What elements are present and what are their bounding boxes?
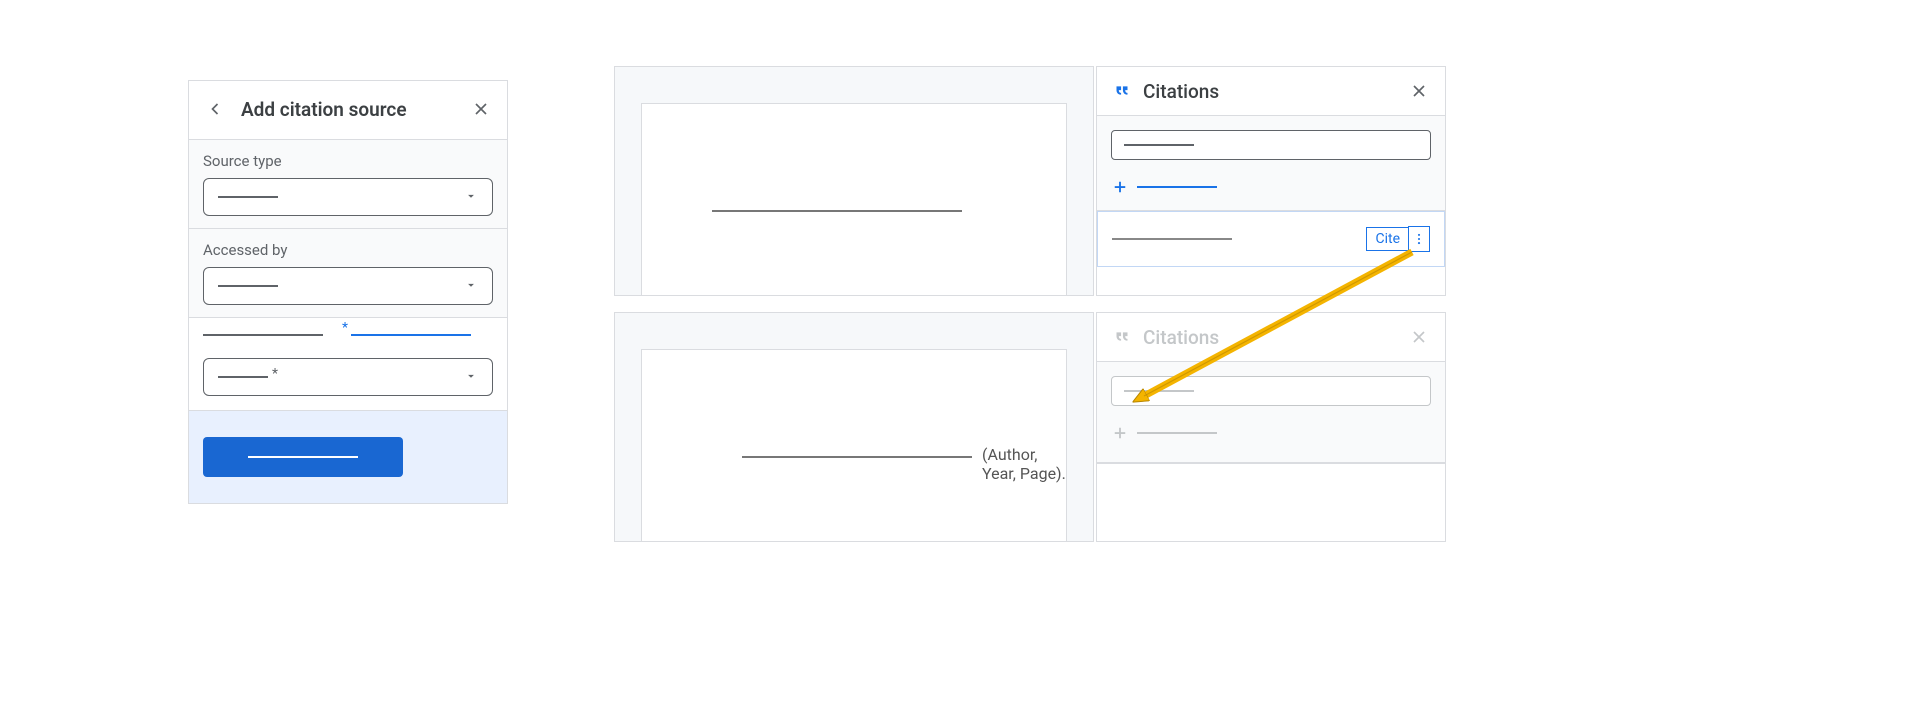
back-arrow-icon[interactable] [203, 97, 227, 121]
chevron-down-icon [464, 277, 478, 296]
close-icon[interactable] [469, 97, 493, 121]
quote-icon [1111, 326, 1133, 348]
document-canvas: (Author, Year, Page). [614, 312, 1094, 542]
citations-body [1097, 116, 1445, 211]
close-icon[interactable] [1407, 325, 1431, 349]
close-icon[interactable] [1407, 79, 1431, 103]
add-source-label-placeholder [1137, 186, 1217, 188]
citations-panel: Citations Cite [1096, 66, 1446, 296]
source-type-section: Source type [189, 140, 507, 229]
accessed-by-label: Accessed by [203, 241, 493, 259]
text-line-placeholder [742, 456, 972, 458]
add-source-label-placeholder [1137, 432, 1217, 434]
source-type-label: Source type [203, 152, 493, 170]
select-value-placeholder [1124, 144, 1194, 146]
text-line-placeholder [712, 210, 962, 212]
panel-footer [189, 411, 507, 503]
more-options-button[interactable] [1408, 226, 1430, 252]
citation-format-select[interactable] [1111, 130, 1431, 160]
document-canvas [614, 66, 1094, 296]
chevron-down-icon [464, 188, 478, 207]
text-input[interactable] [203, 334, 323, 336]
accessed-by-section: Accessed by [189, 229, 507, 318]
entry-actions: Cite [1366, 226, 1430, 252]
entry-title-placeholder [1112, 238, 1232, 240]
select-value-placeholder [1124, 390, 1194, 392]
citations-title: Citations [1143, 80, 1397, 103]
divider [1097, 462, 1445, 463]
select-value-placeholder [218, 376, 268, 378]
accessed-by-select[interactable] [203, 267, 493, 305]
citations-panel-faded: Citations [1096, 312, 1446, 542]
select-value-placeholder [218, 285, 278, 287]
input-row [203, 334, 493, 336]
citations-header: Citations [1097, 313, 1445, 362]
document-page[interactable]: (Author, Year, Page). [641, 349, 1067, 541]
fields-section [189, 318, 507, 411]
citation-format-select[interactable] [1111, 376, 1431, 406]
source-type-select[interactable] [203, 178, 493, 216]
detail-select[interactable] [203, 358, 493, 396]
add-source-button[interactable] [1111, 424, 1431, 442]
quote-icon [1111, 80, 1133, 102]
document-page[interactable] [641, 103, 1067, 295]
panel-header: Add citation source [189, 81, 507, 140]
chevron-down-icon [464, 368, 478, 387]
citations-header: Citations [1097, 67, 1445, 116]
add-citation-panel: Add citation source Source type Accessed… [188, 80, 508, 504]
citation-entry: Cite [1097, 211, 1445, 267]
panel-title: Add citation source [241, 98, 455, 121]
required-text-input[interactable] [351, 334, 471, 336]
select-value-placeholder [218, 196, 278, 198]
submit-button[interactable] [203, 437, 403, 477]
button-label-placeholder [248, 456, 358, 458]
citations-body [1097, 362, 1445, 464]
cite-button[interactable]: Cite [1366, 227, 1408, 251]
add-source-button[interactable] [1111, 178, 1431, 196]
citations-title: Citations [1143, 326, 1397, 349]
inserted-citation-text: (Author, Year, Page). [982, 445, 1066, 483]
